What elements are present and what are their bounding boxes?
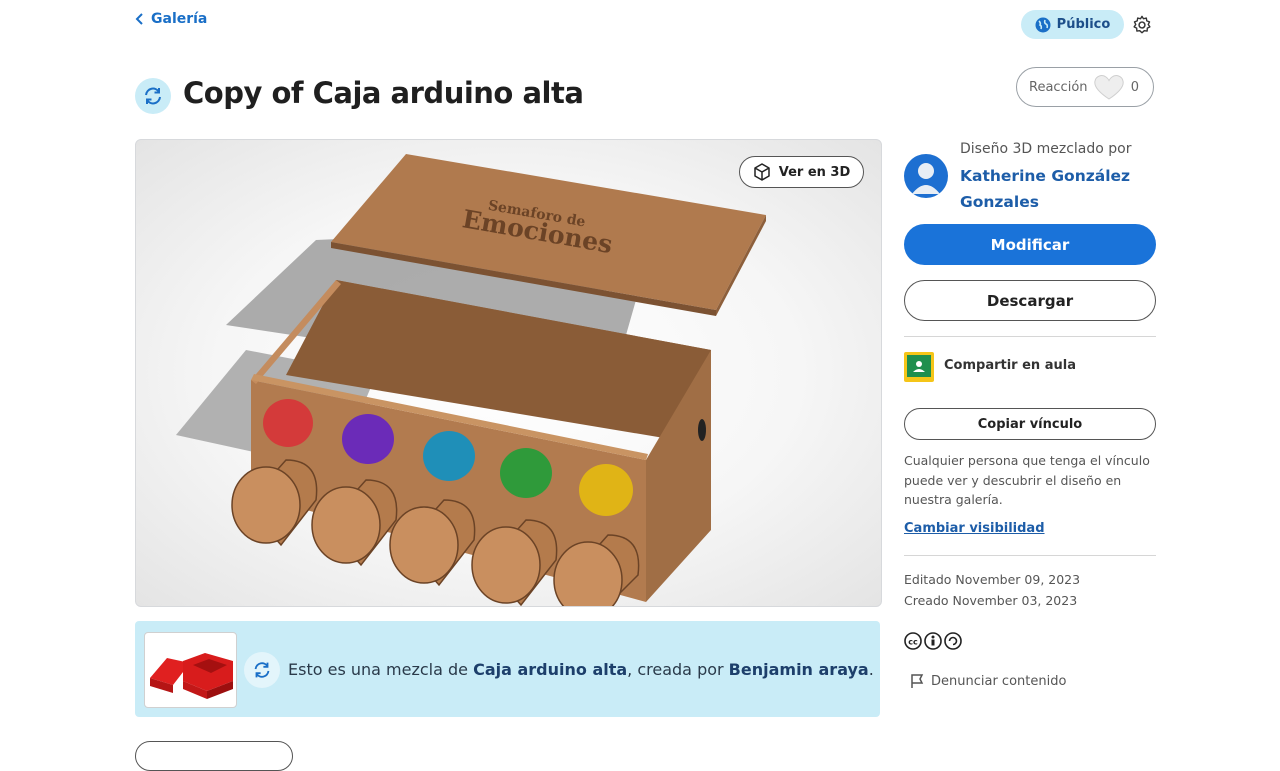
remix-middle: , creada por — [627, 660, 729, 679]
reaction-label: Reacción — [1029, 79, 1088, 95]
divider — [904, 555, 1156, 556]
modify-button[interactable]: Modificar — [904, 224, 1156, 265]
page-title: Copy of Caja arduino alta — [183, 76, 584, 110]
license-icons[interactable]: cc — [904, 631, 962, 656]
reaction-button[interactable]: Reacción 0 — [1016, 67, 1154, 107]
edited-date: Editado November 09, 2023 — [904, 572, 1081, 587]
model-viewer[interactable]: Semaforo de Emociones — [135, 139, 882, 607]
back-to-gallery-link[interactable]: Galería — [135, 11, 207, 27]
view-in-3d-label: Ver en 3D — [778, 164, 851, 180]
download-button[interactable]: Descargar — [904, 280, 1156, 321]
created-date: Creado November 03, 2023 — [904, 593, 1078, 608]
heart-icon — [1094, 75, 1124, 100]
more-button[interactable] — [135, 741, 293, 771]
remix-icon — [244, 652, 280, 688]
divider — [904, 336, 1156, 337]
back-label: Galería — [151, 11, 208, 27]
link-info-text: Cualquier persona que tenga el vínculo p… — [904, 453, 1150, 507]
source-design-thumbnail[interactable] — [144, 632, 237, 708]
google-classroom-icon[interactable] — [904, 352, 934, 382]
remix-description: Esto es una mezcla de Caja arduino alta,… — [288, 660, 874, 679]
svg-text:cc: cc — [908, 638, 918, 647]
report-label: Denunciar contenido — [931, 673, 1067, 689]
gear-icon[interactable] — [1131, 14, 1153, 36]
copy-link-button[interactable]: Copiar vínculo — [904, 408, 1156, 440]
change-visibility-link[interactable]: Cambiar visibilidad — [904, 521, 1045, 536]
remix-prefix: Esto es una mezcla de — [288, 660, 474, 679]
visibility-label: Público — [1056, 17, 1111, 32]
author-avatar[interactable] — [904, 154, 948, 198]
remix-suffix: . — [868, 660, 874, 679]
author-name-link[interactable]: Katherine González Gonzales — [960, 163, 1150, 215]
report-content-link[interactable]: Denunciar contenido — [910, 673, 1066, 689]
share-classroom-label[interactable]: Compartir en aula — [944, 358, 1076, 373]
source-creator-link[interactable]: Benjamin araya — [729, 660, 869, 679]
reaction-count: 0 — [1130, 79, 1139, 95]
remix-icon — [135, 78, 171, 114]
creative-commons-icon: cc — [904, 632, 962, 650]
chevron-left-icon — [135, 13, 143, 25]
visibility-badge[interactable]: Público — [1021, 10, 1124, 39]
model-render: Semaforo de Emociones — [176, 154, 766, 606]
view-in-3d-button[interactable]: Ver en 3D — [739, 156, 864, 188]
source-design-link[interactable]: Caja arduino alta — [473, 660, 627, 679]
cube-icon — [753, 163, 770, 181]
flag-icon — [911, 674, 924, 688]
mixed-by-label: Diseño 3D mezclado por — [960, 141, 1132, 157]
globe-icon — [1035, 17, 1051, 32]
